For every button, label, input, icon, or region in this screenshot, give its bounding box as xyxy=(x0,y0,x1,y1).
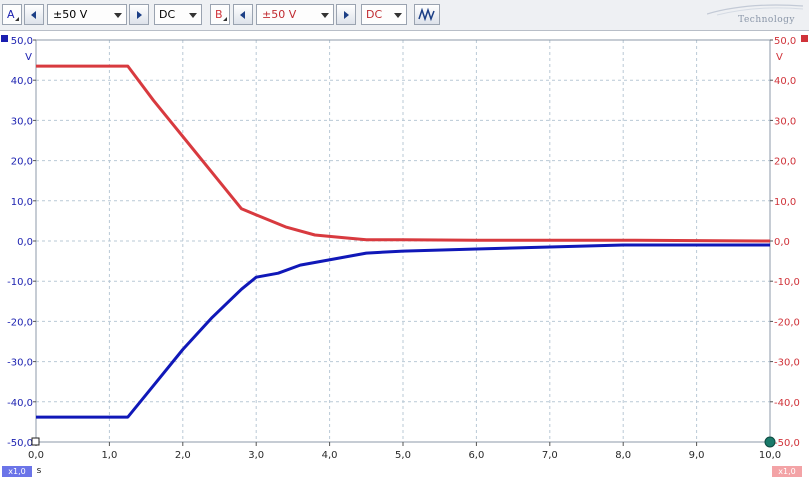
channel-b-zoom-badge[interactable]: x1,0 xyxy=(772,466,802,477)
channel-a-range-value: ±50 V xyxy=(53,8,88,21)
y-tick-label-right: -30,0 xyxy=(774,358,800,369)
x-tick-label: 3,0 xyxy=(248,450,264,461)
y-tick-label-left: 30,0 xyxy=(11,116,33,127)
x-tick-label: 6,0 xyxy=(468,450,484,461)
y-tick-label-right: 0,0 xyxy=(774,237,790,248)
channel-b-coupling-value: DC xyxy=(366,8,383,21)
arrow-right-icon xyxy=(344,10,349,19)
x-tick-label: 5,0 xyxy=(395,450,411,461)
y-tick-label-left: -30,0 xyxy=(7,358,33,369)
y-tick-label-left: -20,0 xyxy=(7,317,33,328)
x-unit-label: s xyxy=(36,466,42,476)
chevron-down-icon xyxy=(114,13,122,18)
y-tick-label-left: 40,0 xyxy=(11,76,33,87)
channel-a-range-select[interactable]: ±50 V xyxy=(47,4,127,25)
y-tick-label-right: -40,0 xyxy=(774,398,800,409)
channel-b-range-select[interactable]: ±50 V xyxy=(256,4,334,25)
channel-a-coupling-value: DC xyxy=(159,8,176,21)
x-tick-label: 8,0 xyxy=(615,450,631,461)
y-tick-label-right: 20,0 xyxy=(774,157,796,168)
arrow-left-icon xyxy=(31,10,36,19)
channel-b-coupling-select[interactable]: DC xyxy=(361,4,407,25)
chevron-down-icon xyxy=(321,13,329,18)
y-tick-label-left: -10,0 xyxy=(7,277,33,288)
y-tick-label-right: -10,0 xyxy=(774,277,800,288)
ruler-handle xyxy=(764,436,776,448)
x-tick-label: 0,0 xyxy=(28,450,44,461)
channel-a-range-down-button[interactable] xyxy=(24,4,44,25)
tick-labels: 0,0 1,0 2,0 3,0 4,0 5,0 6,0 7,0 8,0 9,0 10,0 50,0 50… xyxy=(7,36,800,461)
scope-plot[interactable]: 0,0 1,0 2,0 3,0 4,0 5,0 6,0 7,0 8,0 9,0 10,0 50,0 50… xyxy=(0,30,809,464)
y-tick-label-right: 30,0 xyxy=(774,116,796,127)
arrow-left-icon xyxy=(240,10,245,19)
channel-b-range-down-button[interactable] xyxy=(233,4,253,25)
channel-b-label[interactable]: B xyxy=(210,4,230,25)
y-tick-label-left: 50,0 xyxy=(11,36,33,47)
y-tick-label-left: 20,0 xyxy=(11,157,33,168)
logo-swoosh-icon xyxy=(707,4,803,16)
channel-a-letter: A xyxy=(7,8,15,21)
signal-generator-icon xyxy=(418,7,435,22)
channel-b-marker xyxy=(801,35,808,42)
y-tick-label-right: 40,0 xyxy=(774,76,796,87)
x-tick-label: 1,0 xyxy=(101,450,117,461)
channel-a-range-up-button[interactable] xyxy=(129,4,149,25)
channel-a-zoom-badge[interactable]: x1,0 xyxy=(2,466,32,477)
y-tick-label-right: 10,0 xyxy=(774,197,796,208)
y-tick-label-right: -20,0 xyxy=(774,317,800,328)
signal-generator-button[interactable] xyxy=(414,4,440,25)
arrow-right-icon xyxy=(137,10,142,19)
x-tick-label: 4,0 xyxy=(322,450,338,461)
channel-a-marker xyxy=(1,35,8,42)
y-tick-label-left: 10,0 xyxy=(11,197,33,208)
y-axis-label-left: V xyxy=(25,52,32,63)
x-tick-label: 10,0 xyxy=(759,450,781,461)
x-tick-label: 7,0 xyxy=(542,450,558,461)
channel-a-coupling-select[interactable]: DC xyxy=(154,4,202,25)
y-tick-label-left: 0,0 xyxy=(17,237,33,248)
y-tick-label-left: -40,0 xyxy=(7,398,33,409)
y-tick-label-left: -50,0 xyxy=(7,438,33,449)
logo-text: Technology xyxy=(738,15,795,25)
chevron-down-icon xyxy=(394,13,402,18)
trigger-marker xyxy=(31,437,40,446)
x-tick-label: 2,0 xyxy=(175,450,191,461)
y-tick-label-right: 50,0 xyxy=(774,36,796,47)
channel-b-range-value: ±50 V xyxy=(262,8,297,21)
chevron-down-icon xyxy=(189,13,197,18)
channel-a-label[interactable]: A xyxy=(2,4,22,25)
channel-b-range-up-button[interactable] xyxy=(336,4,356,25)
x-tick-label: 9,0 xyxy=(689,450,705,461)
y-axis-label-right: V xyxy=(776,52,783,63)
channel-b-letter: B xyxy=(215,8,223,21)
y-tick-label-right: -50,0 xyxy=(774,438,800,449)
toolbar: A ±50 V DC B ±50 V DC Technology xyxy=(0,0,809,31)
